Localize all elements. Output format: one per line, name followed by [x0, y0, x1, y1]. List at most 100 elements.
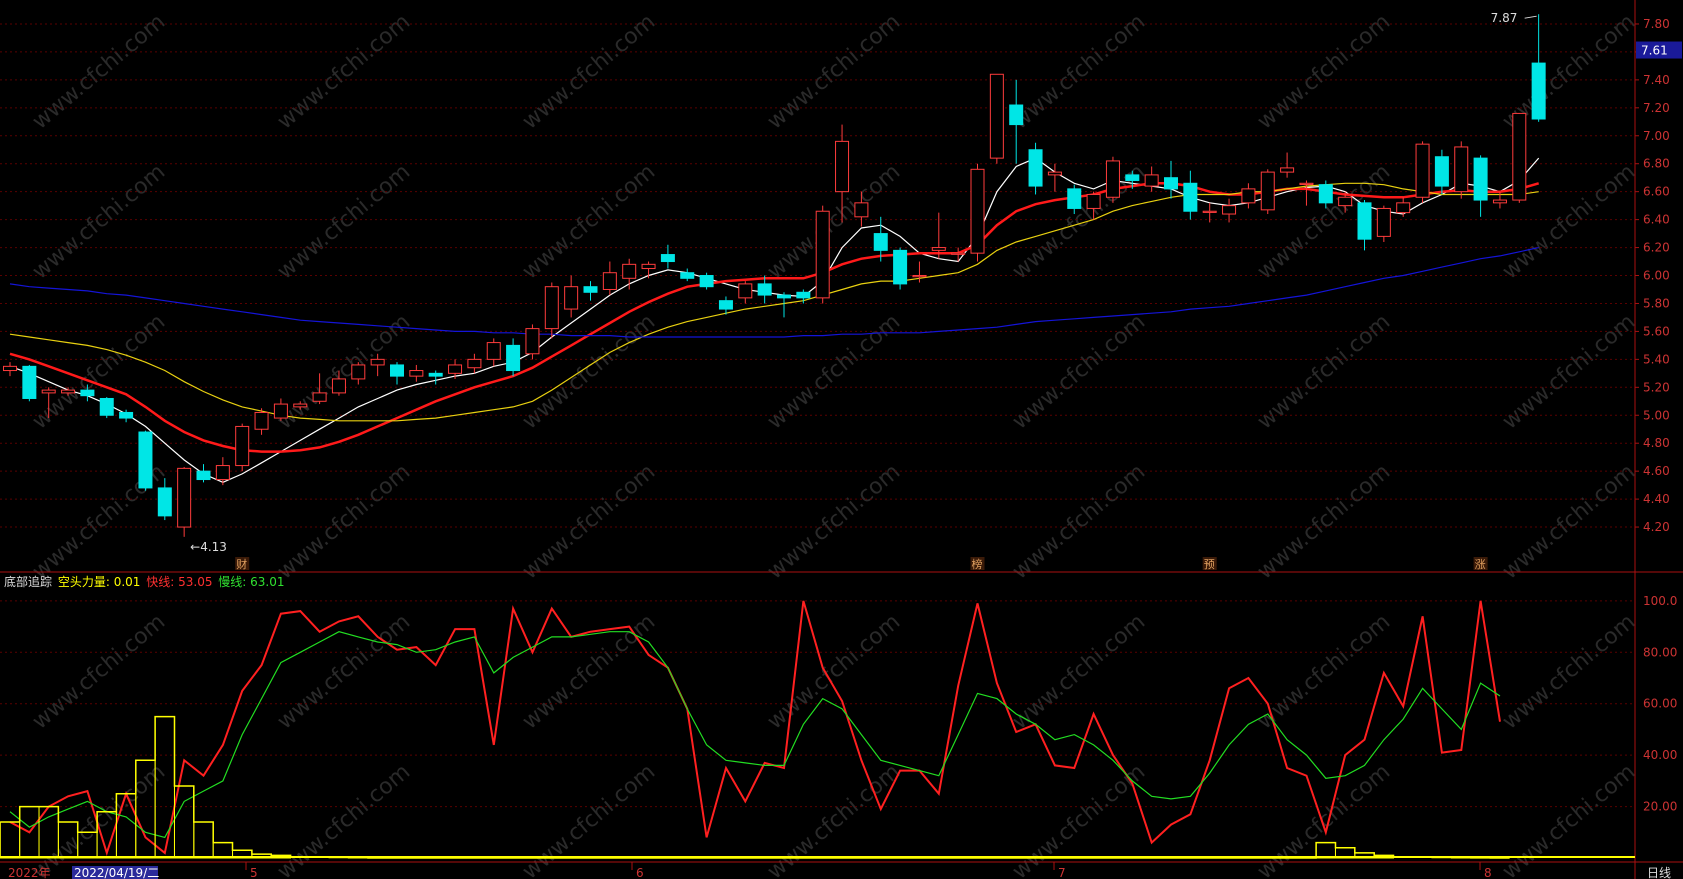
candle-up — [409, 370, 424, 377]
price-tick-label: 4.60 — [1643, 464, 1670, 478]
price-tick-label: 6.60 — [1643, 185, 1670, 199]
watermark-text: www.cfchi.com — [1008, 309, 1150, 434]
candle-up — [3, 365, 17, 372]
candle-down — [1434, 156, 1449, 187]
candle-down — [1318, 184, 1333, 204]
watermark-text: www.cfchi.com — [763, 759, 905, 879]
candle-up — [1086, 193, 1101, 209]
candle-down — [1164, 177, 1178, 190]
x-axis-label: 7 — [1058, 866, 1066, 879]
candle-up — [177, 467, 192, 528]
candle-down — [873, 233, 888, 251]
candle-up — [602, 272, 617, 290]
legend-slow-line: 慢线: 63.01 — [218, 575, 285, 589]
candle-up — [970, 168, 985, 254]
watermark-text: www.cfchi.com — [273, 459, 415, 584]
candle-up — [854, 202, 869, 218]
candle-up — [951, 252, 966, 255]
candle-up — [293, 403, 308, 408]
watermark-text: www.cfchi.com — [1498, 459, 1640, 584]
price-tick-label: 7.20 — [1643, 101, 1670, 115]
price-tick-label: 6.20 — [1643, 241, 1670, 255]
candle-up — [448, 364, 463, 374]
candle-down — [583, 286, 598, 293]
watermark-text: www.cfchi.com — [518, 759, 660, 879]
candle-down — [757, 283, 772, 296]
current-price-label: 7.61 — [1641, 44, 1668, 58]
watermark-text: www.cfchi.com — [518, 159, 660, 284]
price-tick-label: 4.20 — [1643, 520, 1670, 534]
indicator-tick-label: 40.00 — [1643, 748, 1677, 762]
price-tick-label: 5.60 — [1643, 324, 1670, 338]
candle-up — [1338, 196, 1353, 207]
watermark-text: www.cfchi.com — [763, 459, 905, 584]
high-price-arrow — [1524, 15, 1537, 19]
watermark-text: www.cfchi.com — [518, 609, 660, 734]
indicator-tick-label: 80.00 — [1643, 645, 1677, 659]
candle-up — [486, 342, 501, 360]
candle-up — [254, 411, 269, 430]
candle-up — [931, 247, 946, 251]
candle-up — [1299, 182, 1314, 185]
watermark-text: www.cfchi.com — [1253, 459, 1395, 584]
candle-up — [1454, 146, 1469, 193]
candle-up — [815, 210, 830, 299]
watermark-text: www.cfchi.com — [273, 759, 415, 879]
candle-up — [215, 465, 230, 481]
price-tick-label: 4.40 — [1643, 492, 1670, 506]
bear-power-bar — [1315, 842, 1336, 859]
watermark-text: www.cfchi.com — [518, 459, 660, 584]
candle-down — [777, 294, 791, 299]
x-axis-label: 5 — [250, 866, 258, 879]
price-tick-label: 4.80 — [1643, 436, 1670, 450]
candle-up — [835, 140, 850, 193]
candle-down — [1357, 202, 1372, 240]
candle-down — [660, 254, 675, 263]
candle-up — [61, 389, 76, 394]
candle-up — [544, 286, 559, 330]
candle-down — [718, 300, 733, 310]
candle-up — [1492, 199, 1507, 204]
candle-down — [1067, 188, 1082, 209]
candle-up — [1396, 202, 1411, 214]
watermark-text: www.cfchi.com — [763, 609, 905, 734]
candle-up — [1105, 160, 1120, 198]
x-axis-label: 2022年 — [8, 866, 51, 879]
watermark-text: www.cfchi.com — [1253, 609, 1395, 734]
watermark-text: www.cfchi.com — [273, 609, 415, 734]
watermark-text: www.cfchi.com — [1253, 9, 1395, 134]
watermark-text: www.cfchi.com — [28, 159, 170, 284]
candle-up — [370, 358, 385, 366]
candle-up — [1512, 112, 1527, 201]
watermark-text: www.cfchi.com — [273, 159, 415, 284]
candle-down — [680, 272, 695, 279]
candle-up — [738, 283, 753, 299]
legend-fast-line: 快线: 53.05 — [146, 575, 213, 589]
candle-up — [467, 358, 482, 369]
high-price-label: 7.87 — [1491, 11, 1518, 25]
candle-up — [1144, 174, 1159, 187]
price-tick-label: 5.00 — [1643, 408, 1670, 422]
event-marker-label: 涨 — [1475, 558, 1486, 571]
candle-down — [138, 431, 153, 489]
bear-power-bar — [212, 842, 234, 859]
candle-up — [912, 275, 927, 278]
candle-down — [157, 487, 172, 517]
candle-down — [80, 389, 95, 397]
period-label: 日线 — [1647, 866, 1671, 879]
candle-up — [331, 378, 346, 394]
candle-up — [235, 425, 250, 467]
stock-chart-svg: www.cfchi.com www.cfchi.com www.cfchi.com w… — [0, 0, 1683, 879]
price-tick-label: 5.40 — [1643, 352, 1670, 366]
candle-up — [1376, 207, 1391, 237]
candle-down — [22, 365, 37, 399]
indicator-title: 底部追踪 — [4, 575, 53, 589]
candle-down — [1125, 174, 1140, 181]
candle-down — [796, 291, 811, 299]
candle-up — [1415, 143, 1430, 198]
watermark-text: www.cfchi.com — [1008, 9, 1150, 134]
event-marker-label: 财 — [236, 557, 247, 571]
candle-up — [351, 364, 366, 380]
watermark-text: www.cfchi.com — [763, 9, 905, 134]
legend-bear-power: 空头力量: 0.01 — [57, 575, 141, 589]
